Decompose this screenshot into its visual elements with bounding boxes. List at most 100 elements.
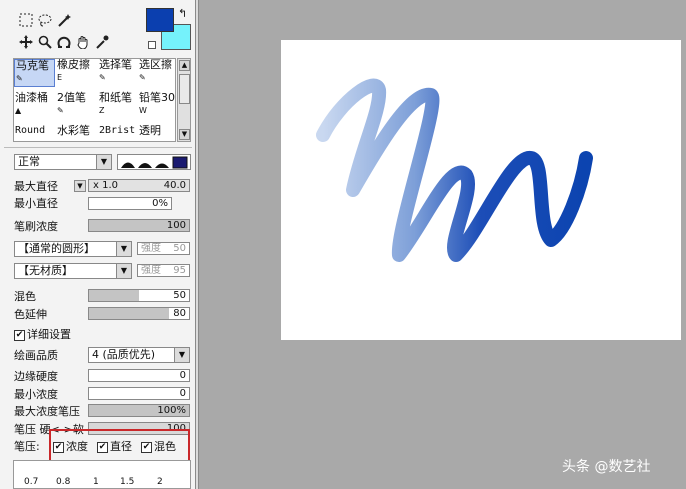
chevron-down-icon: ▼ — [174, 348, 189, 362]
primary-color-swatch[interactable] — [146, 8, 174, 32]
brush-label: 和纸笔 — [99, 91, 132, 104]
brush-label: 选择笔 — [99, 58, 132, 71]
dilution-label: 色延伸 — [14, 308, 47, 321]
texture-select[interactable]: 【无材质】 ▼ — [14, 263, 132, 279]
blend-label: 混色 — [14, 290, 36, 303]
watermark-text: 头条 @数艺社 — [562, 459, 651, 475]
advanced-settings-label: 详细设置 — [27, 328, 71, 341]
brush-label: 油漆桶 — [15, 91, 48, 104]
scroll-thumb[interactable] — [179, 74, 190, 104]
zoom-icon[interactable] — [37, 34, 53, 50]
min-density-value: 0 — [179, 388, 186, 399]
max-pressure-slider[interactable]: 100% — [88, 404, 190, 417]
brush-shape-value: 【通常的圆形】 — [18, 242, 95, 255]
blend-mode-select[interactable]: 正常 ▼ — [14, 154, 112, 170]
brush-label: 2值笔 — [57, 91, 86, 104]
lasso-icon[interactable] — [37, 12, 53, 28]
brush-bucket[interactable]: 油漆桶 ▲ — [14, 92, 55, 120]
hand-icon[interactable] — [75, 34, 91, 50]
shape-strength-slider[interactable]: 强度 50 — [137, 242, 190, 255]
dilution-slider[interactable]: 80 — [88, 307, 190, 320]
size-preset-strip[interactable]: 0.7 0.8 1 1.5 2 — [13, 460, 191, 489]
tool-panel: ↰ 马克笔 ✎ 橡皮擦 E 选择笔 ✎ 选区擦 ✎ 油漆桶 ▲ 2值笔 ✎ 和纸笔 Z 铅笔3… — [0, 0, 196, 489]
pressure-label: 笔压: — [14, 440, 40, 453]
edge-hardness-slider[interactable]: 0 — [88, 369, 190, 382]
reset-colors-icon[interactable] — [148, 41, 156, 49]
brush-stroke-illustration — [316, 78, 593, 262]
density-slider[interactable]: 100 — [88, 219, 190, 232]
brush-select-eraser[interactable]: 选区擦 ✎ — [138, 58, 175, 87]
checkbox-checked-icon: ✔ — [14, 329, 25, 341]
brush-label: 选区擦 — [139, 58, 172, 71]
eyedropper-icon[interactable] — [94, 34, 110, 50]
texture-strength-label: 强度 — [141, 265, 161, 276]
size-multiplier-dropdown[interactable]: ▼ — [74, 180, 86, 192]
max-pressure-value: 100% — [157, 405, 186, 416]
nav-tools-row — [18, 34, 110, 50]
size-preset[interactable]: 2 — [157, 477, 163, 487]
dilution-value: 80 — [173, 308, 186, 319]
brush-bristle[interactable]: 2Brist — [98, 125, 139, 141]
brush-round[interactable]: Round — [14, 125, 55, 141]
magic-wand-icon[interactable] — [56, 12, 72, 28]
brush-washi[interactable]: 和纸笔 Z — [98, 92, 139, 120]
highlight-box — [49, 429, 190, 462]
brush-key: W — [139, 106, 147, 115]
brush-marker[interactable]: 马克笔 ✎ — [14, 59, 55, 87]
texture-strength-slider[interactable]: 强度 95 — [137, 264, 190, 277]
size-preset[interactable]: 0.8 — [56, 477, 70, 487]
edge-hardness-label: 边缘硬度 — [14, 370, 58, 383]
quality-label: 绘画品质 — [14, 349, 58, 362]
min-size-slider[interactable]: 0% — [88, 197, 172, 210]
swap-colors-icon[interactable]: ↰ — [178, 7, 187, 20]
texture-strength-value: 95 — [173, 265, 186, 276]
min-size-label: 最小直径 — [14, 197, 58, 210]
brush-tip-shapes — [117, 154, 191, 170]
brush-label: Round — [15, 125, 46, 136]
brush-label: 透明 — [139, 124, 161, 137]
scroll-down-icon[interactable]: ▼ — [179, 129, 190, 140]
brush-label: 铅笔30 — [139, 91, 175, 104]
density-label: 笔刷浓度 — [14, 220, 58, 233]
brush-watercolor[interactable]: 水彩笔 — [56, 125, 97, 141]
quality-select[interactable]: 4 (品质优先) ▼ — [88, 347, 190, 363]
brush-eraser[interactable]: 橡皮擦 E — [56, 59, 97, 87]
size-preset[interactable]: 0.7 — [24, 477, 38, 487]
size-preset[interactable]: 1.5 — [120, 477, 134, 487]
brush-transparent[interactable]: 透明 — [138, 124, 175, 141]
size-preset[interactable]: 1 — [93, 477, 99, 487]
drawing-canvas[interactable] — [281, 40, 681, 340]
chevron-down-icon: ▼ — [116, 242, 131, 256]
brush-binary[interactable]: 2值笔 ✎ — [56, 92, 97, 120]
brush-label: 橡皮擦 — [57, 58, 90, 71]
brush-key: Z — [99, 106, 105, 115]
advanced-settings-toggle[interactable]: ✔ 详细设置 — [14, 328, 71, 341]
scroll-up-icon[interactable]: ▲ — [179, 60, 190, 71]
rect-select-icon[interactable] — [18, 12, 34, 28]
panel-splitter[interactable] — [196, 0, 199, 489]
min-density-label: 最小浓度 — [14, 388, 58, 401]
brush-key: E — [57, 73, 63, 82]
max-size-slider[interactable]: x 1.0 40.0 — [88, 179, 190, 192]
size-multiplier-value: x 1.0 — [93, 180, 118, 191]
quality-value: 4 (品质优先) — [92, 348, 156, 361]
brush-label: 马克笔 — [16, 59, 49, 72]
chevron-down-icon: ▼ — [96, 155, 111, 169]
min-size-value: 0% — [152, 198, 168, 209]
move-icon[interactable] — [18, 34, 34, 50]
blend-slider[interactable]: 50 — [88, 289, 190, 302]
brush-scrollbar[interactable]: ▲ ▼ — [177, 58, 191, 142]
brush-palette: 马克笔 ✎ 橡皮擦 E 选择笔 ✎ 选区擦 ✎ 油漆桶 ▲ 2值笔 ✎ 和纸笔 Z 铅笔30 W… — [13, 58, 176, 142]
density-value: 100 — [166, 220, 186, 231]
brush-shape-select[interactable]: 【通常的圆形】 ▼ — [14, 241, 132, 257]
shape-strength-label: 强度 — [141, 243, 161, 254]
chevron-down-icon: ▼ — [116, 264, 131, 278]
blend-mode-value: 正常 — [18, 155, 40, 168]
brush-pencil[interactable]: 铅笔30 W — [138, 91, 175, 120]
min-density-slider[interactable]: 0 — [88, 387, 190, 400]
blend-value: 50 — [173, 290, 186, 301]
brush-select-pen[interactable]: 选择笔 ✎ — [98, 59, 139, 87]
rotate-icon[interactable] — [56, 34, 72, 50]
selection-tools-row — [18, 12, 72, 28]
shape-strength-value: 50 — [173, 243, 186, 254]
